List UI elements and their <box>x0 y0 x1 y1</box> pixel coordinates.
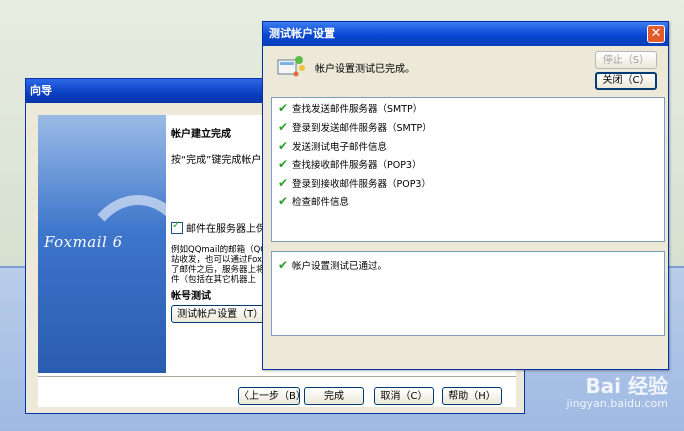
wizard-instruction: 按“完成”键完成帐户建 <box>171 155 272 166</box>
finish-button[interactable]: 完成 <box>304 387 364 405</box>
foxmail-swoosh-icon <box>78 195 166 345</box>
baidu-watermark-logo: Bai 经验 <box>585 374 668 398</box>
checkmark-icon: ✔ <box>278 194 289 208</box>
close-icon[interactable]: ✕ <box>647 25 665 43</box>
result-label: 帐户设置测试已通过。 <box>292 261 388 272</box>
list-item: ✔ 查找接收邮件服务器（POP3） <box>278 157 421 171</box>
step-label: 查找发送邮件服务器（SMTP） <box>292 104 423 115</box>
checkmark-icon: ✔ <box>278 120 289 134</box>
stop-button[interactable]: 停止（S） <box>595 51 657 69</box>
step-label: 发送测试电子邮件信息 <box>292 142 388 153</box>
keep-mail-on-server-checkbox[interactable]: 邮件在服务器上保留 <box>171 220 276 235</box>
test-result-panel: ✔ 帐户设置测试已通过。 <box>271 251 665 336</box>
step-label: 查找接收邮件服务器（POP3） <box>292 160 422 171</box>
list-item: ✔ 查找发送邮件服务器（SMTP） <box>278 101 422 115</box>
help-button[interactable]: 帮助（H） <box>442 387 502 405</box>
account-status-icon <box>277 56 305 77</box>
dialog-title: 测试帐户设置 <box>269 27 335 40</box>
step-label: 登录到发送邮件服务器（SMTP） <box>292 123 432 134</box>
foxmail-brand: Foxmail 6 <box>44 233 123 251</box>
list-item: ✔ 登录到接收邮件服务器（POP3） <box>278 176 431 190</box>
list-item: ✔ 帐户设置测试已通过。 <box>278 258 387 272</box>
list-item: ✔ 检查邮件信息 <box>278 194 349 208</box>
wizard-separator <box>38 376 516 377</box>
account-test-heading: 帐号测试 <box>171 291 211 302</box>
checkmark-icon: ✔ <box>278 101 289 115</box>
step-label: 检查邮件信息 <box>292 197 350 208</box>
list-item: ✔ 发送测试电子邮件信息 <box>278 139 387 153</box>
test-steps-list: ✔ 查找发送邮件服务器（SMTP） ✔ 登录到发送邮件服务器（SMTP） ✔ 发… <box>271 97 665 242</box>
list-item: ✔ 登录到发送邮件服务器（SMTP） <box>278 120 432 134</box>
checkmark-icon: ✔ <box>278 157 289 171</box>
checkmark-icon: ✔ <box>278 176 289 190</box>
step-label: 登录到接收邮件服务器（POP3） <box>292 179 431 190</box>
baidu-watermark-url: jingyan.baidu.com <box>566 397 668 410</box>
close-button[interactable]: 关闭（C） <box>595 72 657 90</box>
checkmark-icon: ✔ <box>278 258 289 272</box>
wizard-heading: 帐户建立完成 <box>171 129 231 140</box>
foxmail-banner: Foxmail 6 <box>38 115 166 373</box>
cancel-button[interactable]: 取消（C） <box>374 387 434 405</box>
dialog-title-bar: 测试帐户设置 ✕ <box>263 22 668 46</box>
checkbox-icon[interactable] <box>171 220 183 234</box>
dialog-status-text: 帐户设置测试已完成。 <box>315 64 415 75</box>
test-account-dialog: 测试帐户设置 ✕ 帐户设置测试已完成。 停止（S） 关闭（C） ✔ 查找发送邮件… <box>262 21 669 370</box>
checkmark-icon: ✔ <box>278 139 289 153</box>
back-button[interactable]: 〈上一步（B） <box>238 387 306 405</box>
